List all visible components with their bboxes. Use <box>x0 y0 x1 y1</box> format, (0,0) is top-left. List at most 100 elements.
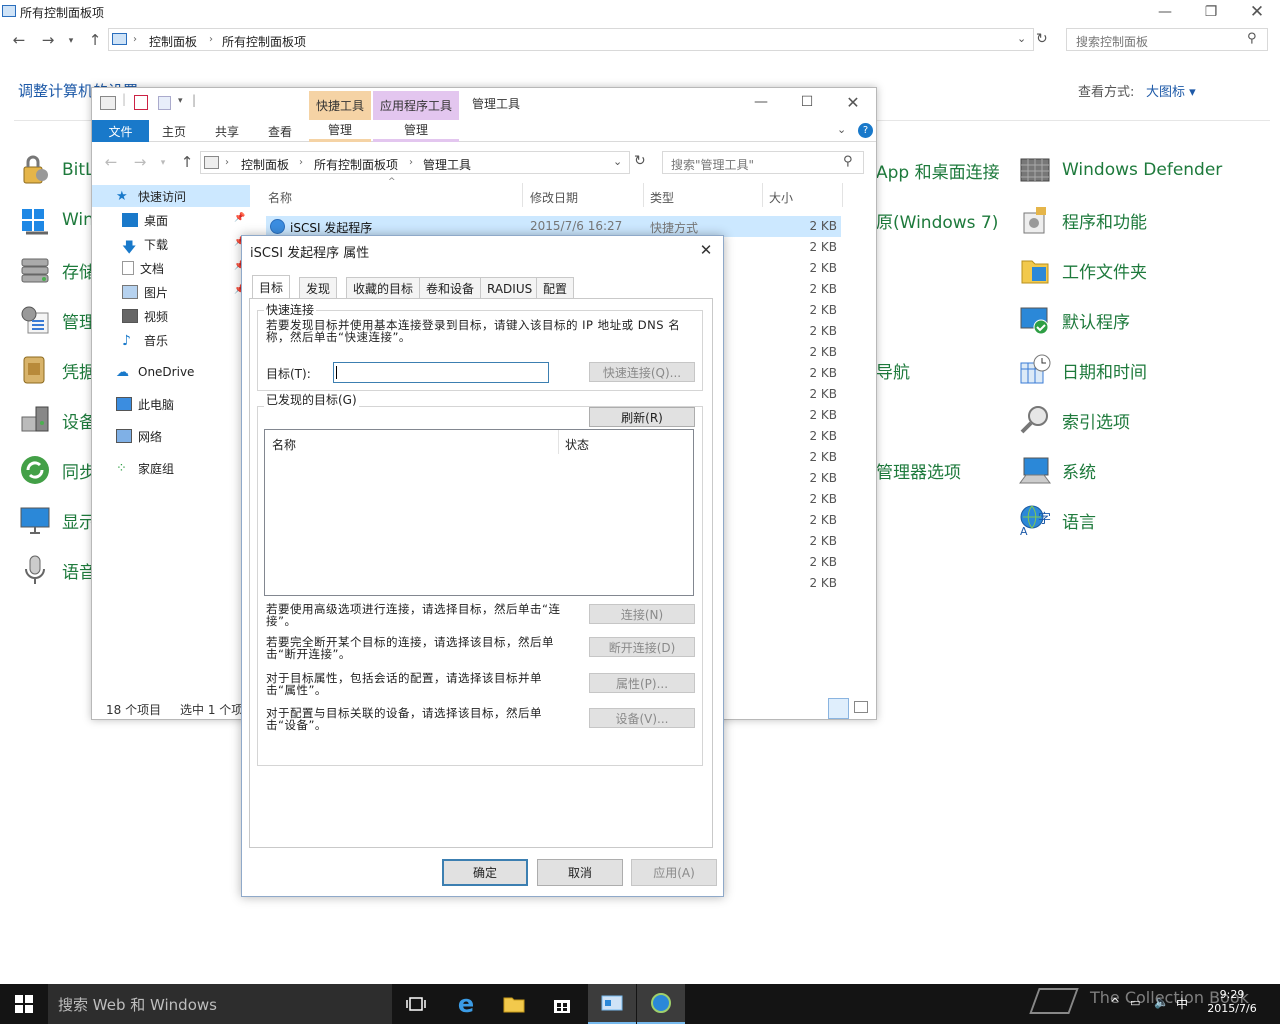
breadcrumb-control-panel[interactable]: 控制面板 <box>149 33 197 50</box>
new-folder-icon[interactable] <box>158 96 171 110</box>
taskbar-search-box[interactable]: 搜索 Web 和 Windows <box>48 984 392 1024</box>
up-icon[interactable]: ↑ <box>84 29 106 51</box>
properties-icon[interactable] <box>134 95 148 110</box>
search-input[interactable]: 搜索控制面板 ⚲ <box>1066 28 1268 51</box>
column-type[interactable]: 类型 <box>650 189 674 206</box>
nav-pictures[interactable]: 图片 📌 <box>92 281 250 303</box>
tab-favorite-targets[interactable]: 收藏的目标 <box>346 277 421 299</box>
large-icons-view-button[interactable] <box>854 701 868 713</box>
cp-item-nav[interactable]: 导航 <box>876 355 910 385</box>
recent-chevron-icon[interactable]: ▾ <box>60 30 82 52</box>
explorer-close-button[interactable]: ✕ <box>830 90 876 114</box>
tab-manage-shortcut[interactable]: 管理 <box>309 120 371 142</box>
cp-item-windows-update[interactable]: Win <box>18 205 94 235</box>
file-explorer-button[interactable] <box>490 984 538 1024</box>
search-icon[interactable]: ⚲ <box>1247 31 1257 46</box>
tab-file[interactable]: 文件 <box>92 120 149 142</box>
cp-item-backup[interactable]: 原(Windows 7) <box>876 205 998 235</box>
column-separator[interactable] <box>842 183 843 207</box>
control-panel-task-button[interactable] <box>588 984 636 1024</box>
nav-homegroup[interactable]: ⁘ 家庭组 <box>92 457 250 479</box>
dialog-close-button[interactable]: ✕ <box>690 238 722 262</box>
tab-volumes-devices[interactable]: 卷和设备 <box>419 277 482 299</box>
column-status[interactable]: 状态 <box>565 436 589 453</box>
maximize-button[interactable]: ❐ <box>1188 0 1234 24</box>
minimize-button[interactable]: — <box>1142 0 1188 24</box>
cp-item-bitlocker[interactable]: BitL <box>18 155 95 185</box>
ok-button[interactable]: 确定 <box>442 859 528 886</box>
nav-music[interactable]: ♪ 音乐 <box>92 329 250 351</box>
nav-network[interactable]: 网络 <box>92 425 250 447</box>
cp-item-default-programs[interactable]: 默认程序 <box>1018 305 1130 335</box>
targets-list[interactable]: 名称 状态 <box>264 429 694 596</box>
connect-button[interactable]: 连接(N) <box>589 604 695 624</box>
start-button[interactable] <box>0 984 48 1024</box>
tab-radius[interactable]: RADIUS <box>480 277 540 299</box>
forward-icon[interactable]: → <box>129 151 151 173</box>
task-view-button[interactable] <box>392 984 440 1024</box>
up-icon[interactable]: ↑ <box>176 151 198 173</box>
devices-button[interactable]: 设备(V)... <box>589 708 695 728</box>
tab-share[interactable]: 共享 <box>202 120 252 142</box>
nav-quick-access[interactable]: ★ 快速访问 <box>92 185 250 207</box>
column-name[interactable]: 名称 <box>268 189 292 206</box>
cancel-button[interactable]: 取消 <box>537 859 623 886</box>
address-dropdown-icon[interactable]: ⌄ <box>613 155 622 168</box>
address-dropdown-icon[interactable]: ⌄ <box>1017 32 1026 45</box>
cp-item-remoteapp[interactable]: App 和桌面连接 <box>876 155 1000 185</box>
disconnect-button[interactable]: 断开连接(D) <box>589 637 695 657</box>
column-size[interactable]: 大小 <box>769 189 793 206</box>
explorer-minimize-button[interactable]: — <box>738 90 784 114</box>
nav-downloads[interactable]: 🡇 下载 📌 <box>92 233 250 256</box>
column-name[interactable]: 名称 <box>272 436 296 453</box>
cp-item-display[interactable]: 显示 <box>18 505 96 535</box>
column-separator[interactable] <box>762 183 763 207</box>
nav-onedrive[interactable]: ☁ OneDrive <box>92 361 250 383</box>
tab-manage-app[interactable]: 管理 <box>373 120 459 142</box>
pin-icon[interactable]: 📌 <box>234 213 245 223</box>
nav-this-pc[interactable]: 此电脑 <box>92 393 250 415</box>
cp-item-indexing[interactable]: 索引选项 <box>1018 405 1130 435</box>
qat-dropdown-icon[interactable]: ▾ <box>178 96 183 106</box>
volume-icon[interactable]: 🔈 <box>1154 995 1169 1009</box>
edge-button[interactable]: e <box>442 984 490 1024</box>
cp-item-devices[interactable]: 设备 <box>18 405 96 435</box>
column-date[interactable]: 修改日期 <box>530 189 578 206</box>
tab-configuration[interactable]: 配置 <box>536 277 575 299</box>
view-by-dropdown[interactable]: 大图标 ▾ <box>1146 81 1196 100</box>
nav-desktop[interactable]: 桌面 📌 <box>92 209 250 231</box>
cp-item-windows-defender[interactable]: Windows Defender <box>1018 155 1222 185</box>
cp-item-language[interactable]: 字A 语言 <box>1018 505 1096 537</box>
explorer-address-bar[interactable]: › 控制面板 › 所有控制面板项 › 管理工具 ⌄ <box>200 151 630 174</box>
cp-item-work-folders[interactable]: 工作文件夹 <box>1018 255 1147 285</box>
ribbon-expand-icon[interactable]: ⌄ <box>837 123 846 136</box>
refresh-button[interactable]: 刷新(R) <box>589 407 695 427</box>
breadcrumb-admin-tools[interactable]: 管理工具 <box>423 156 471 173</box>
network-tray-icon[interactable]: ▭ <box>1130 996 1140 1009</box>
forward-icon[interactable]: → <box>37 29 59 51</box>
close-button[interactable]: ✕ <box>1234 0 1280 24</box>
help-icon[interactable]: ? <box>858 123 873 138</box>
breadcrumb-control-panel[interactable]: 控制面板 <box>241 156 289 173</box>
column-separator[interactable] <box>522 183 523 207</box>
ime-indicator[interactable]: 中 <box>1176 995 1188 1012</box>
cp-item-sync[interactable]: 同步 <box>18 455 96 485</box>
nav-documents[interactable]: 文档 📌 <box>92 257 250 279</box>
column-separator[interactable] <box>643 183 644 207</box>
column-separator[interactable] <box>558 430 559 454</box>
apply-button[interactable]: 应用(A) <box>631 859 717 886</box>
explorer-maximize-button[interactable]: ☐ <box>784 90 830 114</box>
show-hidden-icons[interactable]: ^ <box>1110 996 1120 1010</box>
iscsi-task-button[interactable] <box>637 984 685 1024</box>
cp-item-manager-options[interactable]: 管理器选项 <box>876 455 961 485</box>
cp-item-admin-tools[interactable]: 管理 <box>18 305 96 335</box>
store-button[interactable] <box>538 984 586 1024</box>
back-icon[interactable]: ← <box>8 29 30 51</box>
cp-item-speech[interactable]: 语音 <box>18 555 96 585</box>
tab-view[interactable]: 查看 <box>255 120 305 142</box>
search-icon[interactable]: ⚲ <box>843 154 853 169</box>
file-row-selected[interactable]: iSCSI 发起程序 2015/7/6 16:27 快捷方式 2 KB <box>266 216 841 237</box>
tab-targets[interactable]: 目标 <box>252 275 291 299</box>
nav-videos[interactable]: 视频 <box>92 305 250 327</box>
clock[interactable]: 9:29 2015/7/6 <box>1192 988 1272 1016</box>
